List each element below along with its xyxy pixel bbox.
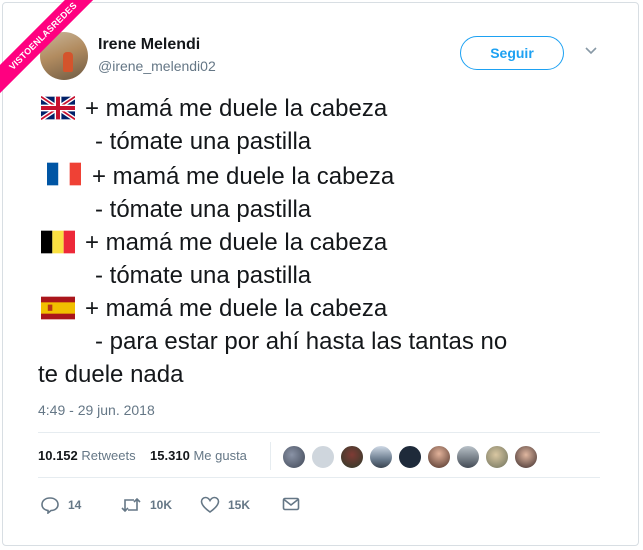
tweet-line: - tómate una pastilla <box>95 128 312 155</box>
liker-avatar[interactable] <box>427 445 451 469</box>
liker-avatar[interactable] <box>282 445 306 469</box>
liker-avatar[interactable] <box>398 445 422 469</box>
liker-avatar[interactable] <box>311 445 335 469</box>
belgium-flag-icon <box>41 230 75 254</box>
liker-avatar[interactable] <box>514 445 538 469</box>
tweet-line: - para estar por ahí hasta las tantas no <box>95 328 508 355</box>
mail-icon <box>282 497 300 511</box>
likes-stat[interactable]: 15.310 Me gusta <box>150 448 247 463</box>
chevron-down-icon[interactable] <box>584 46 598 56</box>
follow-button[interactable]: Seguir <box>460 36 564 70</box>
divider <box>38 477 600 478</box>
tweet-line: + mamá me duele la cabeza <box>85 295 388 322</box>
tweet-line: + mamá me duele la cabeza <box>85 229 388 256</box>
tweet-line: + mamá me duele la cabeza <box>85 95 388 122</box>
likes-count: 15.310 <box>150 448 190 463</box>
tweet-timestamp[interactable]: 4:49 - 29 jun. 2018 <box>38 402 155 418</box>
heart-icon <box>200 496 220 513</box>
liker-avatar[interactable] <box>485 445 509 469</box>
retweet-count: 10K <box>150 498 173 512</box>
retweet-icon <box>121 497 141 513</box>
liker-avatar[interactable] <box>340 445 364 469</box>
reply-icon <box>41 497 59 514</box>
liker-avatar[interactable] <box>456 445 480 469</box>
tweet-line: te duele nada <box>38 361 184 388</box>
retweets-count: 10.152 <box>38 448 78 463</box>
reply-count: 14 <box>68 498 82 512</box>
spain-flag-icon <box>41 296 75 320</box>
likers-avatars <box>282 445 543 469</box>
likes-label: Me gusta <box>193 448 247 463</box>
divider <box>38 432 600 433</box>
user-handle[interactable]: @irene_melendi02 <box>98 58 216 74</box>
tweet-line: - tómate una pastilla <box>95 196 312 223</box>
reply-button[interactable]: 14 <box>40 496 81 514</box>
message-button[interactable] <box>282 496 308 512</box>
like-button[interactable]: 15K <box>200 496 250 514</box>
uk-flag-icon <box>41 96 75 120</box>
tweet-stats: 10.152 Retweets 15.310 Me gusta <box>38 448 247 463</box>
retweets-stat[interactable]: 10.152 Retweets <box>38 448 136 463</box>
stats-separator <box>270 442 271 470</box>
france-flag-icon <box>47 162 81 186</box>
tweet-line: - tómate una pastilla <box>95 262 312 289</box>
retweet-button[interactable]: 10K <box>120 496 172 514</box>
like-count: 15K <box>228 498 251 512</box>
liker-avatar[interactable] <box>369 445 393 469</box>
retweets-label: Retweets <box>81 448 136 463</box>
tweet-line: + mamá me duele la cabeza <box>92 163 395 190</box>
user-name[interactable]: Irene Melendi <box>98 36 200 54</box>
